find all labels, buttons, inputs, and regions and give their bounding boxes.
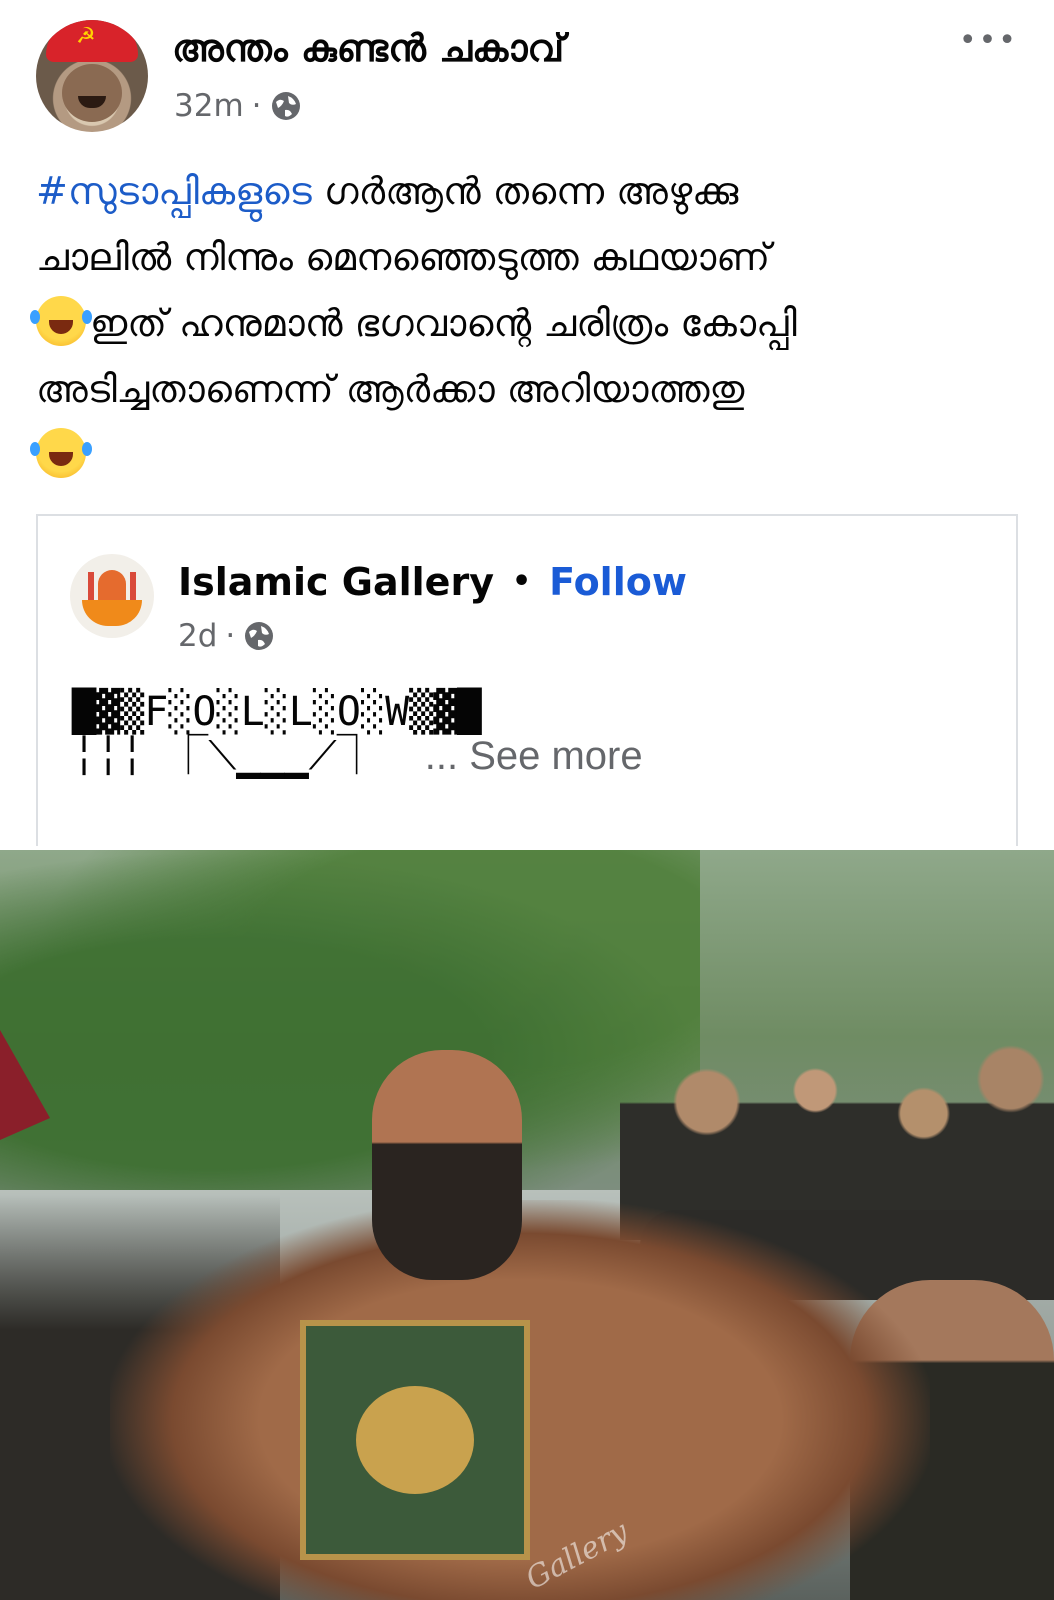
minaret-right	[130, 572, 136, 602]
globe-icon[interactable]	[270, 90, 302, 122]
name-separator: •	[511, 564, 532, 599]
image-head	[372, 1050, 522, 1280]
post-header: ☭ അന്തം കുണ്ടൻ ചകാവ് 32m · •••	[36, 20, 1018, 132]
laughing-emoji-icon	[30, 296, 86, 346]
shared-time[interactable]: 2d	[178, 616, 217, 656]
post-image[interactable]: Gallery	[0, 850, 1054, 1600]
laughing-emoji-icon	[30, 428, 86, 478]
author-name[interactable]: അന്തം കുണ്ടൻ ചകാവ്	[172, 24, 564, 72]
shared-post-card[interactable]: Islamic Gallery • Follow 2d · █▓▒F░O░L░L…	[36, 514, 1018, 846]
shared-body-line1: █▓▒F░O░L░L░O░W▒▓█	[72, 689, 482, 735]
shared-meta: 2d ·	[178, 616, 275, 656]
post-text: #സുടാപ്പികളുടെ ഗർആൻ തന്നെ അഴുക്കു ചാലിൽ …	[30, 158, 996, 488]
see-more-link[interactable]: ... See more	[425, 734, 643, 778]
post-text-line3: ഇത് ഹനുമാൻ ഭഗവാന്റെ ചരിത്രം കോപ്പി	[90, 301, 797, 345]
image-trees	[0, 850, 700, 1190]
hashtag-link[interactable]: #സുടാപ്പികളുടെ	[36, 169, 312, 213]
mosque-dome	[98, 570, 126, 602]
post-meta: 32m ·	[174, 86, 302, 126]
shared-page-avatar[interactable]	[70, 554, 154, 638]
shared-body-line2: ╎╎╎ ⎾⟍▁▁▁⟋⏋	[72, 733, 377, 779]
bowl	[82, 600, 142, 626]
shared-meta-separator: ·	[225, 618, 236, 654]
post-text-line4: അടിച്ചതാണെന്ന് ആർക്കാ അറിയാത്തതു	[36, 367, 745, 411]
ellipsis-icon[interactable]: •••	[959, 26, 1018, 56]
post-text-line1: ഗർആൻ തന്നെ അഴുക്കു	[311, 169, 739, 213]
post-time[interactable]: 32m	[174, 86, 244, 126]
follow-button[interactable]: Follow	[549, 558, 687, 606]
shared-body: █▓▒F░O░L░L░O░W▒▓█ ╎╎╎ ⎾⟍▁▁▁⟋⏋ ... See mo…	[72, 690, 1002, 778]
globe-icon[interactable]	[243, 620, 275, 652]
meta-separator: ·	[251, 88, 262, 124]
author-avatar[interactable]: ☭	[36, 20, 148, 132]
avatar-face	[62, 64, 122, 122]
post-text-line2: ചാലിൽ നിന്നും മെനഞ്ഞെടുത്ത കഥയാണ്	[36, 235, 771, 279]
shared-page-header: Islamic Gallery • Follow	[178, 558, 687, 606]
shared-page-name[interactable]: Islamic Gallery	[178, 558, 494, 606]
image-quran-book	[300, 1320, 530, 1560]
hammer-sickle-icon: ☭	[76, 24, 96, 49]
minaret-left	[88, 572, 94, 602]
